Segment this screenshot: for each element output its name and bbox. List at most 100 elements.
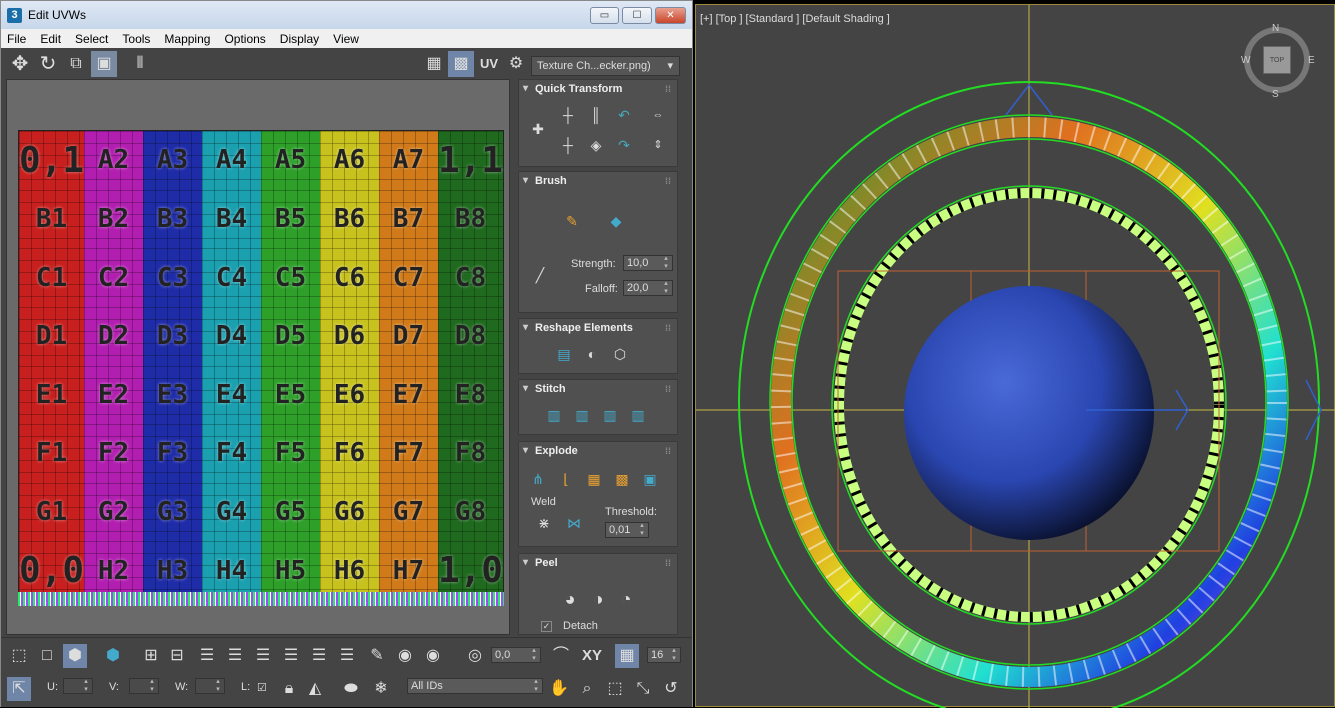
peel-title[interactable]: Peel	[519, 554, 677, 572]
stitch-target-icon[interactable]: ▥	[571, 404, 593, 426]
uv-island-strip[interactable]	[18, 592, 504, 606]
paint-move-icon[interactable]: ✎	[561, 210, 583, 232]
viewcube-top-face[interactable]: TOP	[1263, 46, 1291, 74]
brush-title[interactable]: Brush	[519, 172, 677, 190]
menu-file[interactable]: File	[1, 32, 34, 46]
ring-icon[interactable]: ☰	[279, 644, 303, 668]
uv-editor-area[interactable]: 0,1 A2 A3 A4 A5 A6 A7 1,1 B1 B2 B3 B4 B5 B6 B7 B8 C1 C2 C3…	[6, 79, 510, 635]
stitch-source-icon[interactable]: ▥	[627, 404, 649, 426]
falloff-curve-icon[interactable]: ⌒	[549, 644, 573, 668]
u-field[interactable]	[63, 677, 93, 694]
xy-axis-toggle[interactable]: XY	[577, 644, 607, 668]
menu-mapping[interactable]: Mapping	[158, 32, 218, 46]
ring-shrink-icon[interactable]: ☰	[335, 644, 359, 668]
flatten-material-icon[interactable]: ▣	[639, 468, 661, 490]
paint-select-icon[interactable]: ✎	[365, 644, 389, 668]
checker-map-icon[interactable]: ▩	[448, 51, 474, 77]
weld-target-icon[interactable]: ⋇	[533, 512, 555, 534]
rotate-amount-spinner[interactable]: 0,0	[491, 646, 541, 663]
shrink-select-icon[interactable]: ⊟	[165, 644, 189, 668]
detach-edge-icon[interactable]: ⌊	[555, 468, 577, 490]
loop-icon[interactable]: ☰	[195, 644, 219, 668]
close-button[interactable]: ✕	[655, 7, 686, 24]
detach-checkbox[interactable]: ✓	[541, 621, 552, 632]
hide-icon[interactable]: ◭	[303, 677, 327, 701]
polygon-select-icon[interactable]: ⬢	[63, 644, 87, 668]
zoom-extents-icon[interactable]: ⤡	[631, 677, 655, 701]
align-vertical-icon[interactable]: ┼	[557, 134, 579, 156]
element-select-icon[interactable]: ⬢	[101, 644, 125, 668]
freeze-icon[interactable]: ❄	[369, 677, 393, 701]
weld-selected-icon[interactable]: ⋈	[563, 512, 585, 534]
snap-icon[interactable]: ↺	[659, 677, 683, 701]
scale-icon[interactable]: ⧉	[63, 51, 89, 77]
paint-shrink-icon[interactable]: ◉	[421, 644, 445, 668]
peel-mode-icon[interactable]: ◑	[587, 588, 609, 610]
cube-icon[interactable]: ⬡	[609, 343, 631, 365]
align-center-icon[interactable]: ✚	[527, 118, 549, 140]
zoom-icon[interactable]: ⌕	[575, 677, 599, 701]
show-map-icon[interactable]: ▦	[421, 51, 447, 77]
show-icon[interactable]: ⬬	[339, 677, 363, 701]
explode-title[interactable]: Explode	[519, 442, 677, 460]
rotate-cw-icon[interactable]: ↷	[613, 134, 635, 156]
edge-select-icon[interactable]: □	[35, 644, 59, 668]
align-horizontal-icon[interactable]: ┼	[557, 104, 579, 126]
soft-select-icon[interactable]: ◎	[463, 644, 487, 668]
relax-brush-icon[interactable]: ◆	[605, 210, 627, 232]
loop-shrink-icon[interactable]: ☰	[251, 644, 275, 668]
flatten-smoothing-icon[interactable]: ▩	[611, 468, 633, 490]
relax-icon[interactable]: ◐	[581, 343, 603, 365]
quick-transform-title[interactable]: Quick Transform	[519, 80, 677, 98]
vertex-select-icon[interactable]: ⬚	[7, 644, 31, 668]
texture-dropdown[interactable]: Texture Ch...ecker.png)	[531, 56, 680, 76]
menu-tools[interactable]: Tools	[116, 32, 158, 46]
strength-spinner[interactable]: 10,0	[623, 254, 673, 271]
brush-line-icon[interactable]: ╱	[529, 264, 551, 286]
reshape-elements-title[interactable]: Reshape Elements	[519, 319, 677, 337]
lock-icon[interactable]: 🔒︎	[277, 677, 301, 701]
falloff-spinner[interactable]: 20,0	[623, 279, 673, 296]
freeform-icon[interactable]: ▣	[91, 51, 117, 77]
straighten-icon[interactable]: ▤	[553, 343, 575, 365]
ring-grow-icon[interactable]: ☰	[307, 644, 331, 668]
menu-select[interactable]: Select	[69, 32, 116, 46]
uv-axis-label[interactable]: UV	[476, 51, 502, 77]
stitch-custom-icon[interactable]: ▥	[543, 404, 565, 426]
menu-display[interactable]: Display	[274, 32, 327, 46]
maximize-button[interactable]: ☐	[622, 7, 652, 24]
grid-space-icon[interactable]: ◈	[585, 134, 607, 156]
texture-options-icon[interactable]: ⚙	[503, 51, 529, 77]
move-left-icon[interactable]: ⇔	[647, 104, 669, 126]
menu-edit[interactable]: Edit	[34, 32, 69, 46]
space-vertical-icon[interactable]: ║	[585, 104, 607, 126]
grid-snap-icon[interactable]: ▦	[615, 644, 639, 668]
rotate-icon[interactable]: ↻	[35, 51, 61, 77]
material-id-dropdown[interactable]: All IDs	[407, 677, 543, 694]
stitch-average-icon[interactable]: ▥	[599, 404, 621, 426]
zoom-region-icon[interactable]: ⬚	[603, 677, 627, 701]
flatten-icon[interactable]: ▦	[583, 468, 605, 490]
top-viewport[interactable]: [+] [Top ] [Standard ] [Default Shading …	[695, 4, 1335, 708]
break-icon[interactable]: ⋔	[527, 468, 549, 490]
threshold-spinner[interactable]: 0,01	[605, 521, 649, 538]
grow-select-icon[interactable]: ⊞	[139, 644, 163, 668]
v-field[interactable]	[129, 677, 159, 694]
pan-icon[interactable]: ✋	[547, 677, 571, 701]
move-down-icon[interactable]: ⇕	[647, 134, 669, 156]
rotate-ccw-icon[interactable]: ↶	[613, 104, 635, 126]
absolute-offset-icon[interactable]: ⇱	[7, 677, 31, 701]
w-field[interactable]	[195, 677, 225, 694]
menu-view[interactable]: View	[327, 32, 367, 46]
grid-size-spinner[interactable]: 16	[647, 646, 681, 663]
stitch-title[interactable]: Stitch	[519, 380, 677, 398]
quick-peel-icon[interactable]: ◕	[559, 588, 581, 610]
menu-options[interactable]: Options	[218, 32, 273, 46]
minimize-button[interactable]: ▭	[590, 7, 619, 24]
mirror-icon[interactable]: ⫴	[127, 51, 153, 77]
l-checkbox[interactable]: ☑	[257, 681, 267, 694]
loop-grow-icon[interactable]: ☰	[223, 644, 247, 668]
paint-grow-icon[interactable]: ◉	[393, 644, 417, 668]
reset-peel-icon[interactable]: ◔	[615, 588, 637, 610]
move-icon[interactable]: ✥	[7, 51, 33, 77]
